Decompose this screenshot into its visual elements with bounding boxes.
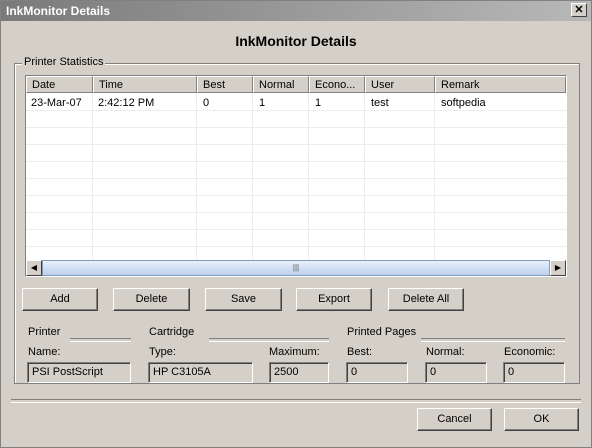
grid-line: [308, 93, 309, 260]
cell-time: 2:42:12 PM: [98, 97, 155, 109]
close-icon[interactable]: ✕: [571, 3, 587, 17]
grid-line: [26, 110, 566, 111]
printer-statistics-label: Printer Statistics: [22, 56, 106, 68]
grid-line: [92, 93, 93, 260]
cartridge-maximum-field[interactable]: 2500: [269, 362, 329, 383]
printer-section-label: Printer: [28, 326, 61, 338]
scroll-right-icon[interactable]: ▶: [550, 260, 566, 276]
grid-line: [26, 212, 566, 213]
printed-pages-section-label: Printed Pages: [347, 326, 417, 338]
table-body: 23-Mar-07 2:42:12 PM 0 1 1 test softpedi…: [26, 93, 566, 260]
cartridge-section-label: Cartridge: [149, 326, 195, 338]
printed-pages-section-rule: [421, 338, 565, 342]
pages-normal-field[interactable]: 0: [425, 362, 487, 383]
pages-best-field[interactable]: 0: [346, 362, 408, 383]
pages-economic-label: Economic:: [504, 346, 556, 358]
grid-line: [252, 93, 253, 260]
dialog-heading: InkMonitor Details: [235, 33, 357, 49]
cartridge-type-label: Type:: [149, 346, 176, 358]
window-title: InkMonitor Details: [6, 4, 111, 18]
grid-line: [26, 127, 566, 128]
cell-normal: 1: [259, 97, 266, 109]
column-header-user[interactable]: User: [365, 76, 435, 93]
cell-remark: softpedia: [441, 97, 486, 109]
footer-divider: [11, 399, 581, 403]
table-header: Date Time Best Normal Econo... User Rema…: [26, 76, 566, 93]
grid-line: [364, 93, 365, 260]
cell-economic: 1: [315, 97, 322, 109]
column-header-date[interactable]: Date: [26, 76, 93, 93]
grid-line: [196, 93, 197, 260]
horizontal-scrollbar[interactable]: ◀ ||| ▶: [26, 260, 566, 276]
cartridge-section-rule: [209, 338, 329, 342]
title-bar[interactable]: InkMonitor Details ✕: [1, 1, 591, 21]
grid-line: [26, 246, 566, 247]
column-header-best[interactable]: Best: [197, 76, 253, 93]
cancel-button[interactable]: Cancel: [417, 408, 492, 431]
column-header-economic[interactable]: Econo...: [309, 76, 365, 93]
cartridge-type-field[interactable]: HP C3105A: [148, 362, 253, 383]
inkmonitor-details-window: InkMonitor Details ✕ InkMonitor Details …: [0, 0, 592, 448]
printer-name-label: Name:: [28, 346, 61, 358]
delete-button[interactable]: Delete: [113, 288, 190, 311]
pages-normal-label: Normal:: [426, 346, 465, 358]
add-button[interactable]: Add: [22, 288, 98, 311]
printer-name-field[interactable]: PSI PostScript: [27, 362, 131, 383]
grid-line: [26, 161, 566, 162]
save-button[interactable]: Save: [205, 288, 282, 311]
pages-economic-field[interactable]: 0: [503, 362, 565, 383]
cell-date: 23-Mar-07: [31, 97, 82, 109]
printer-section-rule: [70, 338, 131, 342]
grid-line: [26, 229, 566, 230]
scroll-left-icon[interactable]: ◀: [26, 260, 42, 276]
ok-button[interactable]: OK: [504, 408, 579, 431]
column-header-remark[interactable]: Remark: [435, 76, 566, 93]
statistics-table[interactable]: Date Time Best Normal Econo... User Rema…: [25, 75, 567, 277]
delete-all-button[interactable]: Delete All: [388, 288, 464, 311]
pages-best-label: Best:: [347, 346, 373, 358]
scroll-thumb[interactable]: |||: [42, 260, 550, 276]
column-header-normal[interactable]: Normal: [253, 76, 309, 93]
grid-line: [26, 178, 566, 179]
cell-best: 0: [203, 97, 210, 109]
cell-user: test: [371, 97, 389, 109]
grid-line: [434, 93, 435, 260]
column-header-time[interactable]: Time: [93, 76, 197, 93]
cartridge-maximum-label: Maximum:: [269, 346, 320, 358]
export-button[interactable]: Export: [296, 288, 372, 311]
grid-line: [26, 144, 566, 145]
grid-line: [26, 195, 566, 196]
